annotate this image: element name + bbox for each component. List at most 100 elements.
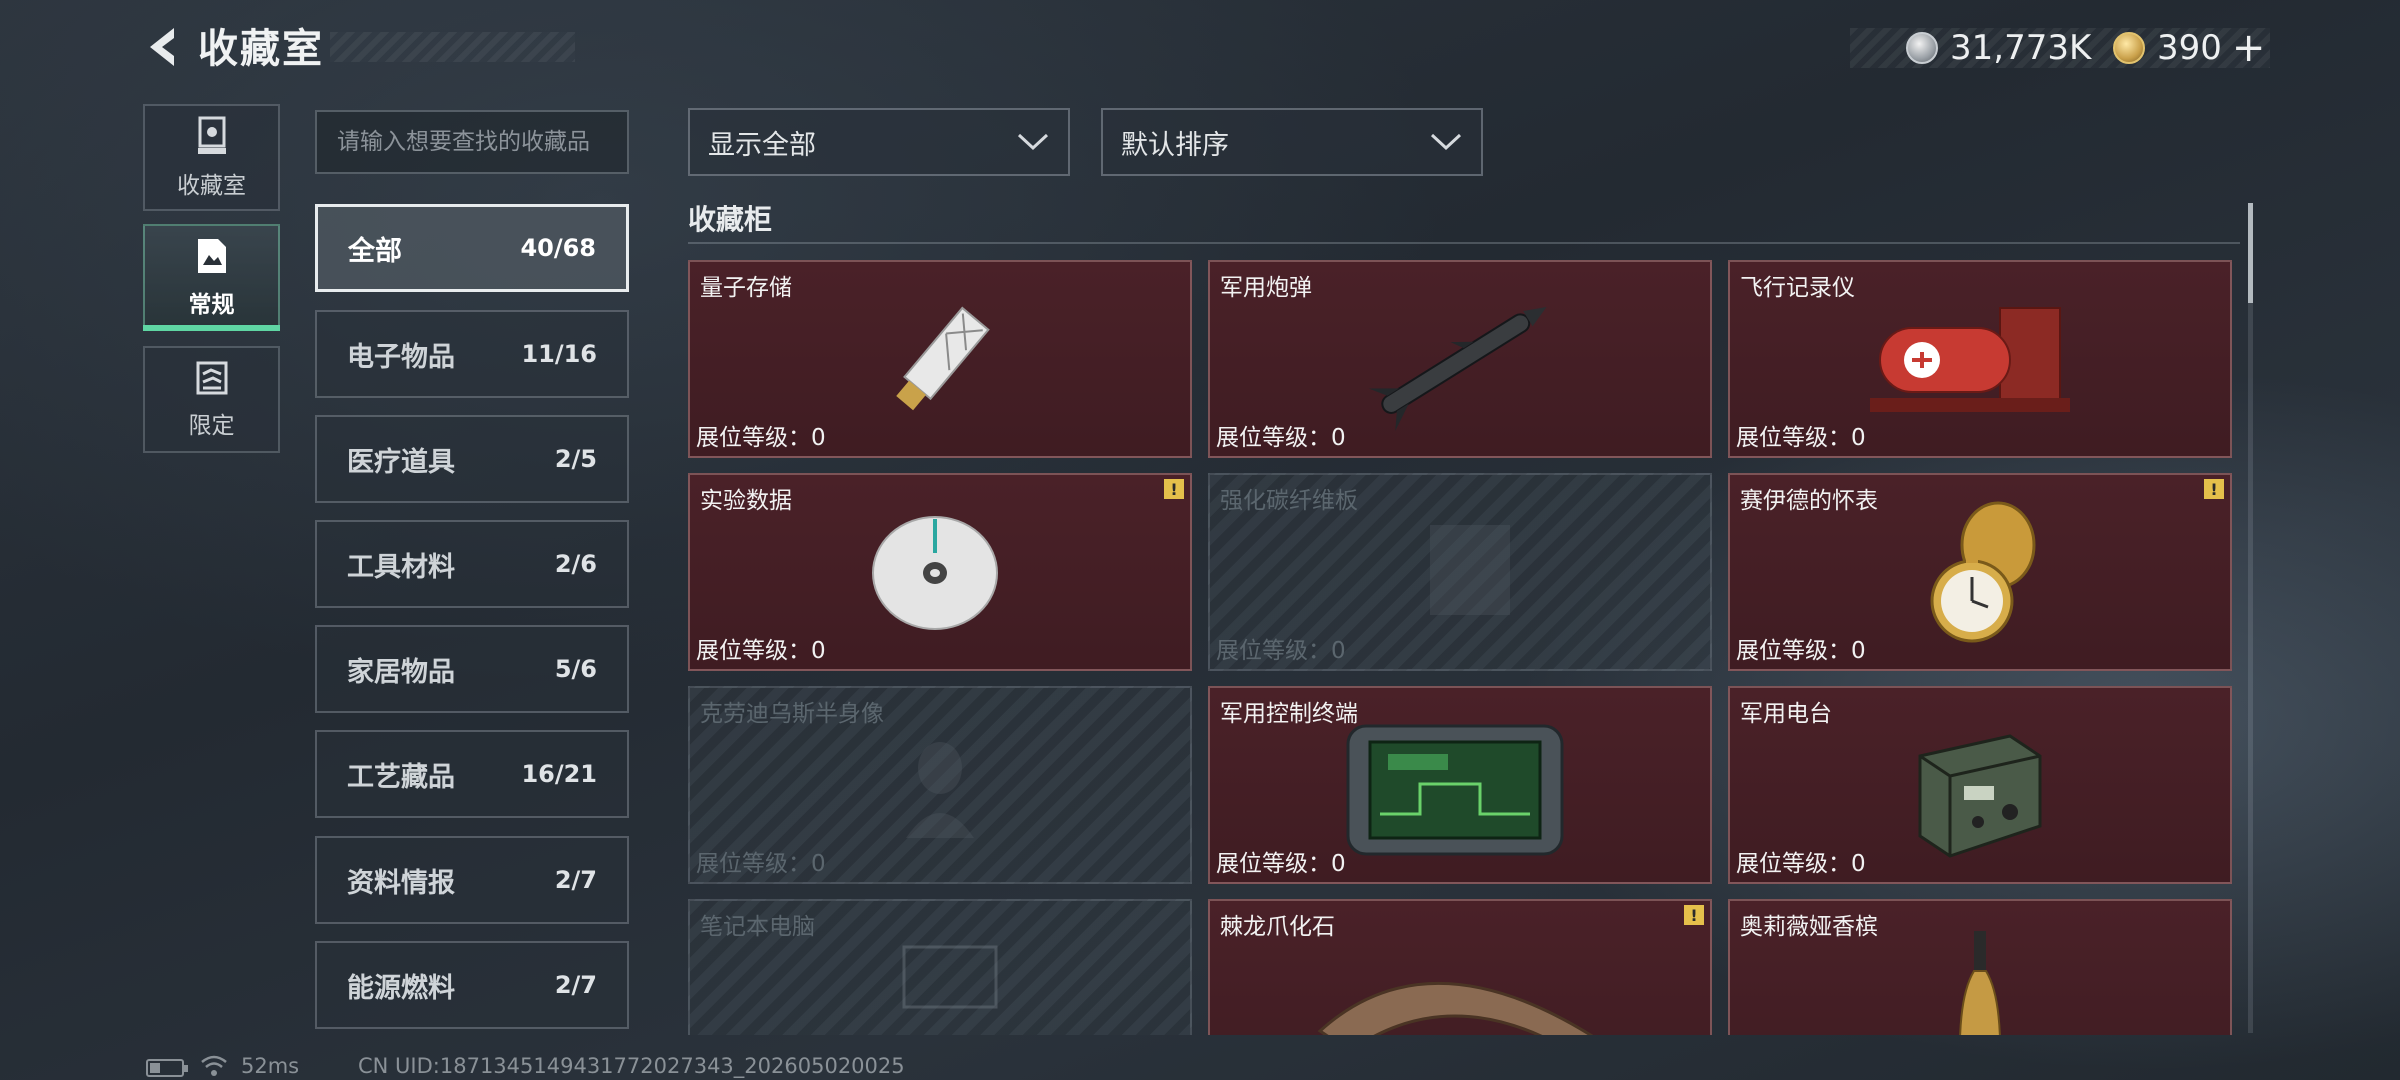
collection-item-military-radio[interactable]: 军用电台 展位等级：0	[1728, 686, 2232, 884]
item-level: 展位等级：0	[1216, 851, 1346, 877]
nav-label: 常规	[188, 291, 235, 318]
category-intel[interactable]: 资料情报 2/7	[315, 836, 629, 924]
disc-icon	[872, 516, 998, 630]
collection-item-claw-fossil[interactable]: 棘龙爪化石 !	[1208, 899, 1712, 1035]
category-name: 工具材料	[347, 551, 455, 583]
category-count: 16/21	[521, 760, 597, 788]
pocket-watch-icon	[1930, 501, 2036, 643]
item-name: 棘龙爪化石	[1220, 914, 1335, 940]
add-currency-button[interactable]: +	[2232, 25, 2266, 71]
control-terminal-icon	[1346, 724, 1564, 856]
trophy-icon	[197, 116, 226, 154]
wifi-icon	[201, 1055, 227, 1076]
nav-active-indicator	[143, 325, 280, 331]
item-name: 克劳迪乌斯半身像	[700, 701, 884, 727]
scrollbar-thumb[interactable]	[2248, 203, 2253, 303]
category-crafts[interactable]: 工艺藏品 16/21	[315, 730, 629, 818]
collection-item-laptop[interactable]: 笔记本电脑	[688, 899, 1192, 1035]
category-count: 5/6	[554, 655, 597, 683]
page-title-wrap: 收藏室	[198, 20, 324, 72]
category-name: 工艺藏品	[347, 761, 455, 793]
category-name: 资料情报	[347, 867, 455, 899]
sort-value: 默认排序	[1121, 129, 1229, 161]
category-name: 电子物品	[347, 341, 455, 373]
flight-recorder-icon	[1870, 307, 2070, 412]
bust-icon	[906, 742, 974, 838]
collection-item-claudius-bust[interactable]: 克劳迪乌斯半身像 展位等级：0	[688, 686, 1192, 884]
user-uid: CN UID:1871345149431772027343_2026050200…	[358, 1054, 905, 1078]
nav-regular[interactable]: 常规	[143, 224, 280, 331]
category-household[interactable]: 家居物品 5/6	[315, 625, 629, 713]
warning-badge: !	[1164, 479, 1184, 499]
search-input[interactable]	[315, 110, 629, 174]
display-filter-value: 显示全部	[708, 129, 816, 161]
collection-item-quantum-storage[interactable]: 量子存储 展位等级：0	[688, 260, 1192, 458]
silver-currency-value: 31,773K	[1950, 28, 2092, 68]
ping-value: 52ms	[241, 1054, 300, 1078]
sort-dropdown[interactable]: 默认排序	[1101, 108, 1483, 176]
collection-item-control-terminal[interactable]: 军用控制终端 展位等级：0	[1208, 686, 1712, 884]
collection-item-pocket-watch[interactable]: 赛伊德的怀表 ! 展位等级：0	[1728, 473, 2232, 671]
scrollbar-track	[2248, 203, 2253, 1033]
section-divider	[688, 242, 2240, 244]
missile-icon	[1368, 306, 1547, 431]
collection-item-champagne[interactable]: 奥莉薇娅香槟	[1728, 899, 2232, 1035]
champagne-icon	[1959, 931, 2001, 1035]
item-level: 展位等级：0	[1216, 638, 1346, 664]
gold-coin-icon	[2113, 32, 2145, 64]
radio-icon	[1918, 734, 2042, 858]
item-level: 展位等级：0	[1736, 851, 1866, 877]
item-name: 军用电台	[1740, 701, 1832, 727]
item-name: 实验数据	[700, 488, 792, 514]
claw-fossil-icon	[1317, 981, 1594, 1035]
item-name: 军用控制终端	[1220, 701, 1358, 727]
item-level: 展位等级：0	[696, 851, 826, 877]
chevron-down-icon	[1430, 133, 1462, 151]
category-name: 能源燃料	[347, 972, 455, 1004]
nav-label: 限定	[188, 412, 235, 439]
item-level: 展位等级：0	[1736, 425, 1866, 451]
category-medical[interactable]: 医疗道具 2/5	[315, 415, 629, 503]
item-level: 展位等级：0	[696, 638, 826, 664]
item-level: 展位等级：0	[1216, 425, 1346, 451]
nav-limited[interactable]: 限定	[143, 346, 280, 453]
collection-grid: 量子存储 展位等级：0 军用炮弹 展位等级：0 飞行记录仪 展位等级：0 实验数…	[688, 260, 2233, 1035]
item-name: 笔记本电脑	[700, 914, 815, 940]
category-all[interactable]: 全部 40/68	[315, 204, 629, 292]
display-filter-dropdown[interactable]: 显示全部	[688, 108, 1070, 176]
item-name: 飞行记录仪	[1740, 275, 1855, 301]
category-name: 全部	[348, 235, 402, 267]
item-name: 奥莉薇娅香槟	[1740, 914, 1878, 940]
silver-currency: 31,773K	[1906, 25, 2091, 71]
section-title: 收藏柜	[688, 203, 773, 236]
gold-currency-value: 390	[2157, 28, 2222, 68]
item-name: 量子存储	[700, 275, 792, 301]
battery-icon	[146, 1059, 188, 1077]
laptop-icon	[902, 945, 998, 1009]
item-name: 军用炮弹	[1220, 275, 1312, 301]
category-name: 家居物品	[347, 656, 455, 688]
document-icon	[197, 238, 226, 273]
chevron-down-icon	[1017, 133, 1049, 151]
nav-collection-room[interactable]: 收藏室	[143, 104, 280, 211]
category-count: 11/16	[521, 340, 597, 368]
category-electronics[interactable]: 电子物品 11/16	[315, 310, 629, 398]
collection-item-flight-recorder[interactable]: 飞行记录仪 展位等级：0	[1728, 260, 2232, 458]
category-count: 2/5	[554, 445, 597, 473]
title-decoration	[330, 32, 575, 62]
category-count: 2/6	[554, 550, 597, 578]
usb-drive-icon	[896, 306, 990, 411]
collection-item-military-shell[interactable]: 军用炮弹 展位等级：0	[1208, 260, 1712, 458]
category-count: 40/68	[520, 234, 596, 262]
carbon-plate-icon	[1430, 525, 1510, 615]
warning-badge: !	[2204, 479, 2224, 499]
collection-item-experiment-data[interactable]: 实验数据 ! 展位等级：0	[688, 473, 1192, 671]
collection-item-carbon-plate[interactable]: 强化碳纤维板 展位等级：0	[1208, 473, 1712, 671]
limited-icon	[196, 361, 227, 394]
item-level: 展位等级：0	[1736, 638, 1866, 664]
category-count: 2/7	[554, 971, 597, 999]
category-energy[interactable]: 能源燃料 2/7	[315, 941, 629, 1029]
category-tools[interactable]: 工具材料 2/6	[315, 520, 629, 608]
category-count: 2/7	[554, 866, 597, 894]
back-arrow-icon[interactable]	[140, 22, 190, 72]
